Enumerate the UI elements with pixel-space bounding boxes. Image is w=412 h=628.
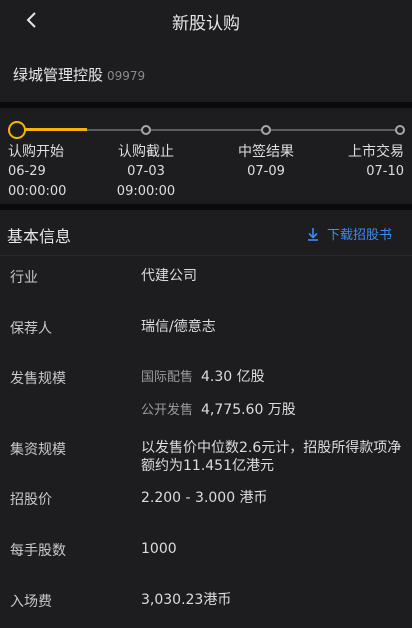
timeline-node-close [141,125,151,135]
entry-fee-value: 3,030.23港币 [141,592,232,608]
stock-name-line: 绿城管理控股 09979 [13,64,145,85]
timeline-step-time: 00:00:00 [8,184,67,199]
timeline-step-date: 06-29 [8,164,46,179]
timeline-step-label: 上市交易 [348,144,404,160]
timeline-step-time: 09:00:00 [116,184,176,199]
timeline-progress [17,128,87,131]
industry-value: 代建公司 [141,268,197,284]
sponsor-label: 保荐人 [10,321,52,337]
fundraise-line: 以发售价中位数2.6元计，招股所得款项净 [141,440,402,456]
fundraise-label: 集资规模 [10,442,66,458]
timeline-step-label: 认购开始 [8,144,64,160]
public-offer-value: 4,775.60 万股 [201,402,296,418]
industry-label: 行业 [10,270,38,286]
basic-info-section: 基本信息 下载招股书 行业 代建公司 保荐人 瑞信/德意志 发售规模 国际配售 4… [0,210,412,628]
section-title: 基本信息 [7,227,72,246]
subscription-timeline: 认购开始 06-29 00:00:00 认购截止 07-03 09:00:00 … [0,108,412,204]
timeline-node-listing [395,125,405,135]
download-prospectus-link[interactable]: 下载招股书 [307,224,392,243]
timeline-step-label: 中签结果 [238,144,294,160]
timeline-step-label: 认购截止 [118,144,174,160]
intl-placing-line: 国际配售 4.30 亿股 [141,368,265,387]
page-title: 新股认购 [172,14,240,34]
intl-placing-value: 4.30 亿股 [201,369,265,385]
timeline-step-close: 认购截止 07-03 09:00:00 [111,142,181,202]
lot-size-label: 每手股数 [10,543,66,559]
public-offer-label: 公开发售 [141,403,194,418]
divider [0,255,412,256]
offer-price-value: 2.200 - 3.000 港币 [141,490,268,506]
nav-bar: 新股认购 [0,0,412,44]
intl-placing-label: 国际配售 [141,370,194,385]
download-label: 下载招股书 [326,228,392,243]
issue-size-label: 发售规模 [10,371,66,387]
timeline-step-result: 中签结果 07-09 [231,142,301,182]
stock-header: 绿城管理控股 09979 [0,44,412,102]
fundraise-value: 以发售价中位数2.6元计，招股所得款项净 额约为11.451亿港元 [141,439,409,475]
timeline-step-start: 认购开始 06-29 00:00:00 [8,142,66,202]
fundraise-line: 额约为11.451亿港元 [141,458,274,474]
stock-code: 09979 [107,69,146,83]
offer-price-label: 招股价 [10,492,52,508]
timeline-step-listing: 上市交易 07-10 [348,142,404,182]
timeline-step-date: 07-10 [366,164,404,179]
sponsor-value: 瑞信/德意志 [141,319,216,335]
lot-size-value: 1000 [141,541,177,557]
entry-fee-label: 入场费 [10,594,52,610]
public-offer-line: 公开发售 4,775.60 万股 [141,401,296,420]
timeline-step-date: 07-09 [247,164,285,179]
download-icon [307,227,318,241]
timeline-step-date: 07-03 [127,164,165,179]
timeline-node-result [261,125,271,135]
stock-name: 绿城管理控股 [13,66,104,84]
timeline-node-start [8,121,26,139]
